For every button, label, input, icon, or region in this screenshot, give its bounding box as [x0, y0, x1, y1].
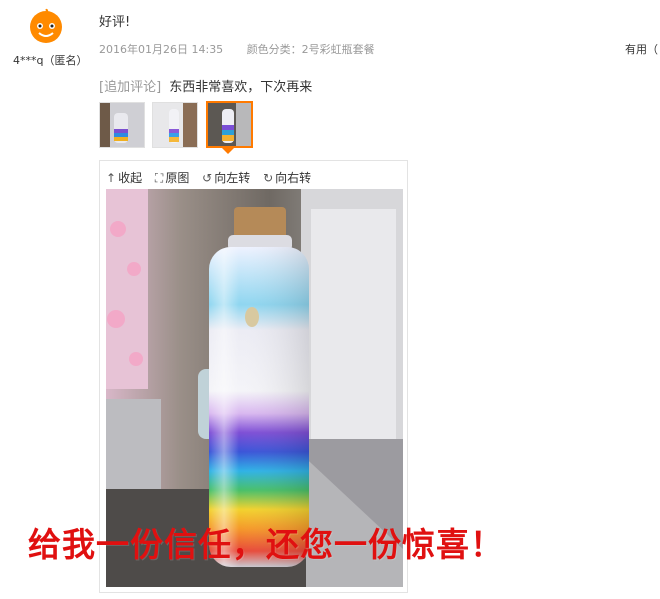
followup-tag: [追加评论] [99, 80, 162, 95]
rotate-right-icon: ↻ [263, 171, 274, 185]
thumbnail-3-selected[interactable] [206, 101, 253, 148]
rotate-left-label: 向左转 [214, 171, 251, 185]
useful-button[interactable]: 有用（ [625, 41, 658, 57]
avatar-mascot-icon [30, 8, 62, 43]
avatar[interactable] [28, 8, 64, 44]
selected-thumb-pointer [222, 148, 234, 154]
rotate-left-icon: ↺ [202, 171, 213, 185]
thumbnail-2-image [153, 103, 197, 147]
arrow-up-icon: ↑ [106, 171, 117, 185]
promo-caption: 给我一份信任，还您一份惊喜！ [28, 525, 504, 564]
original-image-button[interactable]: ⛶ 原图 [155, 169, 189, 186]
review-variant: 颜色分类：2号彩虹瓶套餐 [246, 43, 375, 56]
followup-text: 东西非常喜欢，下次再来 [169, 80, 313, 95]
thumbnail-1-image [100, 103, 144, 147]
collapse-button[interactable]: ↑ 收起 [106, 169, 142, 186]
review-text: 好评! [99, 15, 131, 30]
expand-icon: ⛶ [154, 171, 164, 185]
thumbnail-1[interactable] [99, 102, 145, 148]
review-date: 2016年01月26日 14:35 [99, 43, 224, 56]
original-label: 原图 [165, 171, 190, 185]
followup-review: [追加评论] 东西非常喜欢，下次再来 [99, 76, 312, 95]
rotate-left-button[interactable]: ↺ 向左转 [202, 169, 250, 186]
rotate-right-button[interactable]: ↻ 向右转 [263, 169, 311, 186]
viewer-toolbar: ↑ 收起 ⛶ 原图 ↺ 向左转 ↻ 向右转 [106, 169, 320, 186]
thumbnail-2[interactable] [152, 102, 198, 148]
rotate-right-label: 向右转 [275, 171, 312, 185]
reviewer-name: 4***q（匿名） [13, 54, 88, 67]
review-meta: 2016年01月26日 14:35 颜色分类：2号彩虹瓶套餐 [99, 41, 375, 57]
thumbnail-3-image [208, 103, 251, 146]
collapse-label: 收起 [118, 171, 143, 185]
